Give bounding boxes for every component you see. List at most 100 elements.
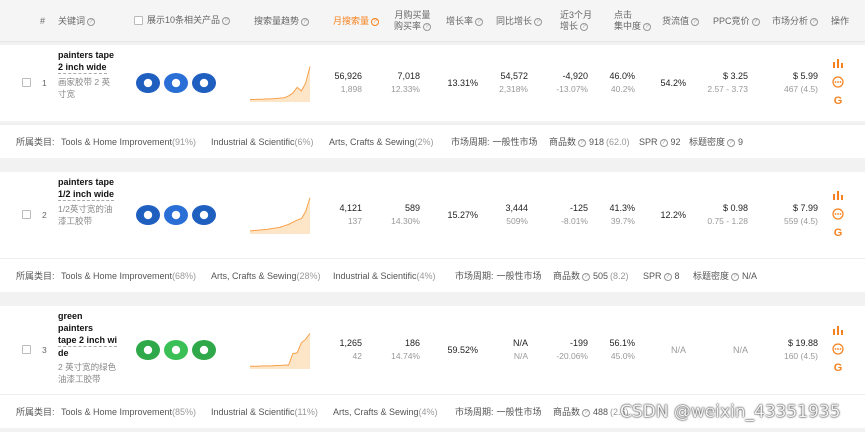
click-concentration-value[interactable]: 41.3%	[609, 203, 635, 213]
product-image[interactable]	[192, 73, 216, 93]
category-item[interactable]: Tools & Home Improvement(68%)	[61, 259, 196, 293]
keyword-text[interactable]: de	[58, 347, 120, 359]
header-keyword[interactable]: 关键词?	[58, 16, 96, 27]
trend-area	[250, 333, 310, 369]
category-name[interactable]: Arts, Crafts & Sewing	[333, 407, 419, 417]
google-icon[interactable]: G	[832, 362, 844, 374]
category-name[interactable]: Arts, Crafts & Sewing	[329, 137, 415, 147]
row-checkbox[interactable]	[22, 78, 31, 87]
table-row: 1 painters tape 2 inch wide 画家胶带 2 英寸宽 56,92…	[0, 45, 865, 121]
question-icon: ?	[582, 408, 591, 417]
keyword-translation: 寸宽	[58, 89, 76, 99]
keyword-text[interactable]: 1/2 inch wide	[58, 188, 115, 201]
header-ppc[interactable]: PPC竞价?	[713, 16, 760, 27]
more-icon[interactable]	[832, 76, 844, 88]
show-products-toggle[interactable]: 展示10条相关产品?	[134, 15, 231, 26]
product-image[interactable]	[136, 340, 160, 360]
keyword-cell[interactable]: painters tape 1/2 inch wide 1/2英寸宽的油 漆工胶带	[58, 176, 120, 227]
spr: SPR? 92	[639, 125, 681, 159]
monthly-buy-value: 186	[404, 338, 420, 348]
keyword-text[interactable]: tape 2 inch wi	[58, 334, 118, 347]
spr-value: 8	[674, 271, 680, 281]
row-checkbox[interactable]	[22, 210, 31, 219]
question-icon: ?	[475, 17, 484, 26]
yoy-growth-value: N/A	[512, 338, 528, 348]
question-icon: ?	[659, 138, 668, 147]
monthly-buy-value: 7,018	[397, 71, 420, 81]
header-monthly-search[interactable]: 月搜索量?	[333, 16, 380, 27]
header-growth[interactable]: 增长率?	[446, 16, 484, 27]
title-density-label: 标题密度	[689, 137, 726, 147]
header-yoy[interactable]: 同比增长?	[496, 16, 543, 27]
product-image[interactable]	[136, 73, 160, 93]
category-name[interactable]: Tools & Home Improvement	[61, 407, 172, 417]
trend-sparkline[interactable]	[249, 330, 311, 370]
keyword-text[interactable]: painters tape	[58, 176, 120, 188]
header-monthly-buy[interactable]: 月购买量 购买率?	[394, 10, 432, 32]
category-name[interactable]: Tools & Home Improvement	[61, 137, 172, 147]
product-image[interactable]	[164, 73, 188, 93]
product-thumbnails[interactable]	[136, 69, 226, 97]
product-image[interactable]	[192, 340, 216, 360]
market-period: 市场周期: 一般性市场	[455, 395, 542, 429]
chart-icon[interactable]	[832, 57, 844, 69]
product-image[interactable]	[164, 340, 188, 360]
market-period-value: 一般性市场	[492, 137, 538, 147]
more-icon[interactable]	[832, 343, 844, 355]
question-icon: ?	[663, 272, 672, 281]
question-icon: ?	[580, 22, 589, 31]
header-market[interactable]: 市场分析?	[772, 16, 819, 27]
header-flow[interactable]: 货流值?	[662, 16, 700, 27]
category-name[interactable]: Industrial & Scientific	[333, 271, 417, 281]
header-trend[interactable]: 搜索量趋势?	[254, 16, 310, 27]
category-item[interactable]: Tools & Home Improvement(91%)	[61, 125, 196, 159]
keyword-cell[interactable]: painters tape 2 inch wide 画家胶带 2 英寸宽	[58, 49, 120, 100]
category-name[interactable]: Industrial & Scientific	[211, 137, 295, 147]
category-item[interactable]: Industrial & Scientific(6%)	[211, 125, 314, 159]
click-concentration-value[interactable]: 46.0%	[609, 71, 635, 81]
header-3month[interactable]: 近3个月 增长?	[560, 10, 592, 32]
chart-icon[interactable]	[832, 324, 844, 336]
category-name[interactable]: Arts, Crafts & Sewing	[211, 271, 297, 281]
category-name[interactable]: Industrial & Scientific	[211, 407, 295, 417]
product-image[interactable]	[164, 205, 188, 225]
market-analysis-sub: 559 (4.5)	[783, 216, 818, 226]
category-item[interactable]: Arts, Crafts & Sewing(2%)	[329, 125, 434, 159]
google-icon[interactable]: G	[832, 227, 844, 239]
monthly-buy-sub: 14.30%	[391, 216, 420, 226]
product-thumbnails[interactable]	[136, 201, 226, 229]
spr-value: 92	[670, 137, 681, 147]
monthly-buy-sub: 14.74%	[391, 351, 420, 361]
market-analysis-value: $ 5.99	[792, 71, 818, 81]
ppc-bid-sub: 2.57 - 3.73	[707, 84, 748, 94]
category-item[interactable]: Arts, Crafts & Sewing(28%)	[211, 259, 321, 293]
more-icon-svg	[832, 76, 844, 88]
yoy-growth-sub: N/A	[513, 351, 528, 361]
row-checkbox[interactable]	[22, 345, 31, 354]
product-image[interactable]	[136, 205, 160, 225]
product-thumbnails[interactable]	[136, 336, 226, 364]
google-icon[interactable]: G	[832, 95, 844, 107]
growth-rate-value: 15.27%	[447, 210, 478, 220]
keyword-text[interactable]: painters tape	[58, 49, 120, 61]
more-icon-svg	[832, 343, 844, 355]
click-concentration-value[interactable]: 56.1%	[609, 338, 635, 348]
category-name[interactable]: Tools & Home Improvement	[61, 271, 172, 281]
category-item[interactable]: Arts, Crafts & Sewing(4%)	[333, 395, 438, 429]
category-item[interactable]: Tools & Home Improvement(85%)	[61, 395, 196, 429]
market-period: 市场周期: 一般性市场	[451, 125, 538, 159]
header-click[interactable]: 点击 集中度?	[614, 10, 652, 32]
keyword-text[interactable]: green painters	[58, 310, 120, 334]
category-item[interactable]: Industrial & Scientific(11%)	[211, 395, 318, 429]
category-item[interactable]: Industrial & Scientific(4%)	[333, 259, 436, 293]
monthly-search-value: 4,121	[339, 203, 362, 213]
show-products-checkbox[interactable]	[134, 16, 143, 26]
product-image[interactable]	[192, 205, 216, 225]
trend-sparkline[interactable]	[249, 63, 311, 103]
keyword-text[interactable]: 2 inch wide	[58, 61, 107, 74]
keyword-cell[interactable]: green painters tape 2 inch wi de 2 英寸宽的绿色 油漆…	[58, 310, 120, 385]
trend-sparkline[interactable]	[249, 195, 311, 235]
market-period-label: 市场周期:	[451, 137, 490, 147]
chart-icon[interactable]	[832, 189, 844, 201]
more-icon[interactable]	[832, 208, 844, 220]
